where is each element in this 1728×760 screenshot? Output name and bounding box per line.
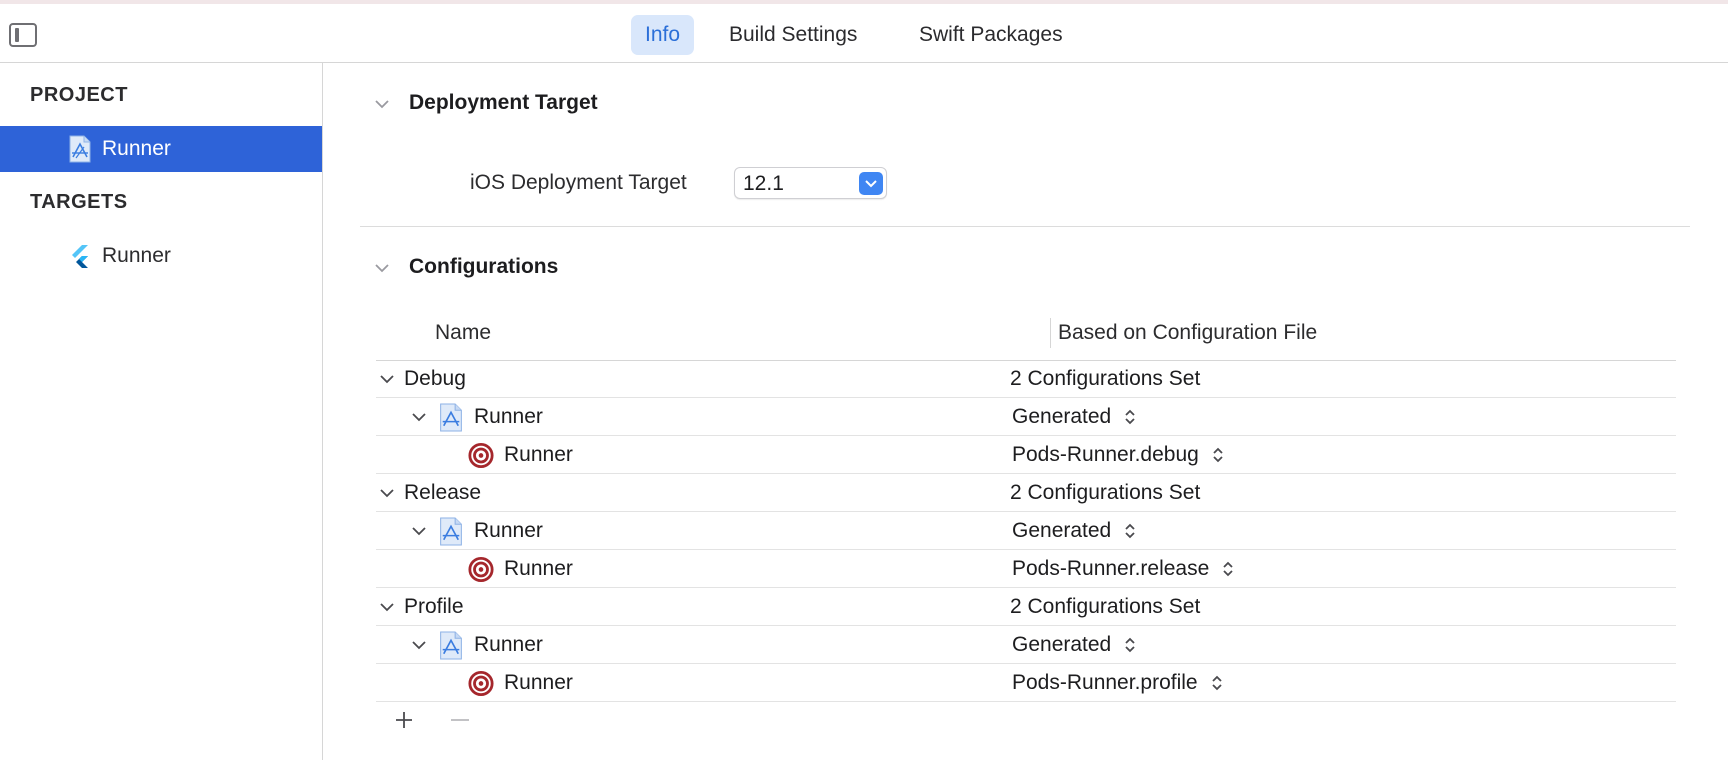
xcode-project-icon — [440, 517, 462, 546]
config-row-target[interactable]: Runner Pods-Runner.debug — [376, 437, 1676, 474]
section-divider — [360, 226, 1690, 227]
config-file-value: Generated — [1012, 519, 1112, 542]
config-row-project[interactable]: Runner Generated — [376, 513, 1676, 550]
configurations-title: Configurations — [409, 255, 559, 278]
config-target-name: Runner — [504, 443, 573, 466]
config-file-value: Generated — [1012, 405, 1112, 428]
sidebar-item-project-runner[interactable]: Runner — [0, 126, 322, 172]
target-icon — [468, 670, 494, 697]
up-down-arrows-icon — [1213, 448, 1223, 463]
config-row-project[interactable]: Runner Generated — [376, 399, 1676, 436]
up-down-arrows-icon — [1125, 410, 1135, 425]
editor-tab-bar: Info Build Settings Swift Packages — [0, 0, 1728, 63]
deployment-target-title: Deployment Target — [409, 91, 598, 114]
flutter-icon — [72, 245, 88, 268]
config-row-profile[interactable]: Profile 2 Configurations Set — [376, 589, 1676, 626]
remove-configuration-button[interactable] — [448, 708, 472, 732]
ios-deployment-target-label: iOS Deployment Target — [470, 171, 687, 194]
config-summary: 2 Configurations Set — [1010, 367, 1201, 390]
config-row-target[interactable]: Runner Pods-Runner.release — [376, 551, 1676, 588]
config-file-value: Pods-Runner.profile — [1012, 671, 1198, 694]
xcode-project-icon — [440, 403, 462, 432]
sidebar-item-label: Runner — [102, 244, 171, 267]
chevron-down-icon[interactable] — [410, 522, 428, 540]
config-target-name: Runner — [504, 557, 573, 580]
config-project-name: Runner — [474, 405, 543, 428]
up-down-arrows-icon — [1125, 638, 1135, 653]
ios-deployment-target-value: 12.1 — [743, 172, 784, 195]
up-down-arrows-icon — [1223, 562, 1233, 577]
sidebar-item-target-runner[interactable]: Runner — [0, 233, 322, 279]
config-summary: 2 Configurations Set — [1010, 595, 1201, 618]
tab-build-settings[interactable]: Build Settings — [715, 15, 871, 55]
project-info-editor: Deployment Target iOS Deployment Target … — [324, 63, 1728, 760]
ios-deployment-target-popup[interactable]: 12.1 — [734, 167, 887, 199]
config-name: Debug — [404, 367, 466, 390]
config-name: Release — [404, 481, 482, 504]
config-file-popup[interactable]: Pods-Runner.release — [1012, 557, 1235, 581]
config-file-popup[interactable]: Generated — [1012, 633, 1137, 657]
config-target-name: Runner — [504, 671, 573, 694]
config-file-value: Pods-Runner.debug — [1012, 443, 1199, 466]
config-summary: 2 Configurations Set — [1010, 481, 1201, 504]
xcode-project-icon — [69, 135, 91, 163]
tab-swift-packages[interactable]: Swift Packages — [905, 15, 1077, 55]
config-file-value: Generated — [1012, 633, 1112, 656]
config-row-target[interactable]: Runner Pods-Runner.profile — [376, 665, 1676, 702]
column-separator — [1050, 318, 1051, 348]
config-file-popup[interactable]: Generated — [1012, 405, 1137, 429]
config-file-popup[interactable]: Generated — [1012, 519, 1137, 543]
config-row-project[interactable]: Runner Generated — [376, 627, 1676, 664]
column-header-name[interactable]: Name — [435, 321, 491, 345]
config-file-popup[interactable]: Pods-Runner.profile — [1012, 671, 1224, 695]
tab-info[interactable]: Info — [631, 15, 695, 55]
project-section-header: PROJECT — [30, 84, 128, 106]
add-configuration-button[interactable] — [392, 708, 416, 732]
up-down-arrows-icon — [1125, 524, 1135, 539]
config-row-release[interactable]: Release 2 Configurations Set — [376, 475, 1676, 512]
chevron-down-icon[interactable] — [378, 598, 396, 616]
config-name: Profile — [404, 595, 464, 618]
chevron-down-icon — [859, 172, 883, 195]
project-navigator: PROJECT Runner TARGETS Runner — [0, 63, 323, 760]
tabs: Info Build Settings Swift Packages — [0, 15, 1728, 55]
config-project-name: Runner — [474, 519, 543, 542]
config-row-debug[interactable]: Debug 2 Configurations Set — [376, 361, 1676, 398]
target-icon — [468, 556, 494, 583]
sidebar-item-label: Runner — [102, 137, 171, 160]
chevron-down-icon[interactable] — [410, 636, 428, 654]
xcode-project-icon — [440, 631, 462, 660]
chevron-down-icon[interactable] — [373, 259, 391, 277]
up-down-arrows-icon — [1211, 676, 1222, 691]
targets-section-header: TARGETS — [30, 191, 128, 213]
column-header-config-file[interactable]: Based on Configuration File — [1058, 321, 1317, 345]
config-file-popup[interactable]: Pods-Runner.debug — [1012, 443, 1225, 467]
chevron-down-icon[interactable] — [373, 95, 391, 113]
chevron-down-icon[interactable] — [378, 370, 396, 388]
config-project-name: Runner — [474, 633, 543, 656]
chevron-down-icon[interactable] — [378, 484, 396, 502]
chevron-down-icon[interactable] — [410, 408, 428, 426]
target-icon — [468, 442, 494, 469]
config-file-value: Pods-Runner.release — [1012, 557, 1210, 580]
